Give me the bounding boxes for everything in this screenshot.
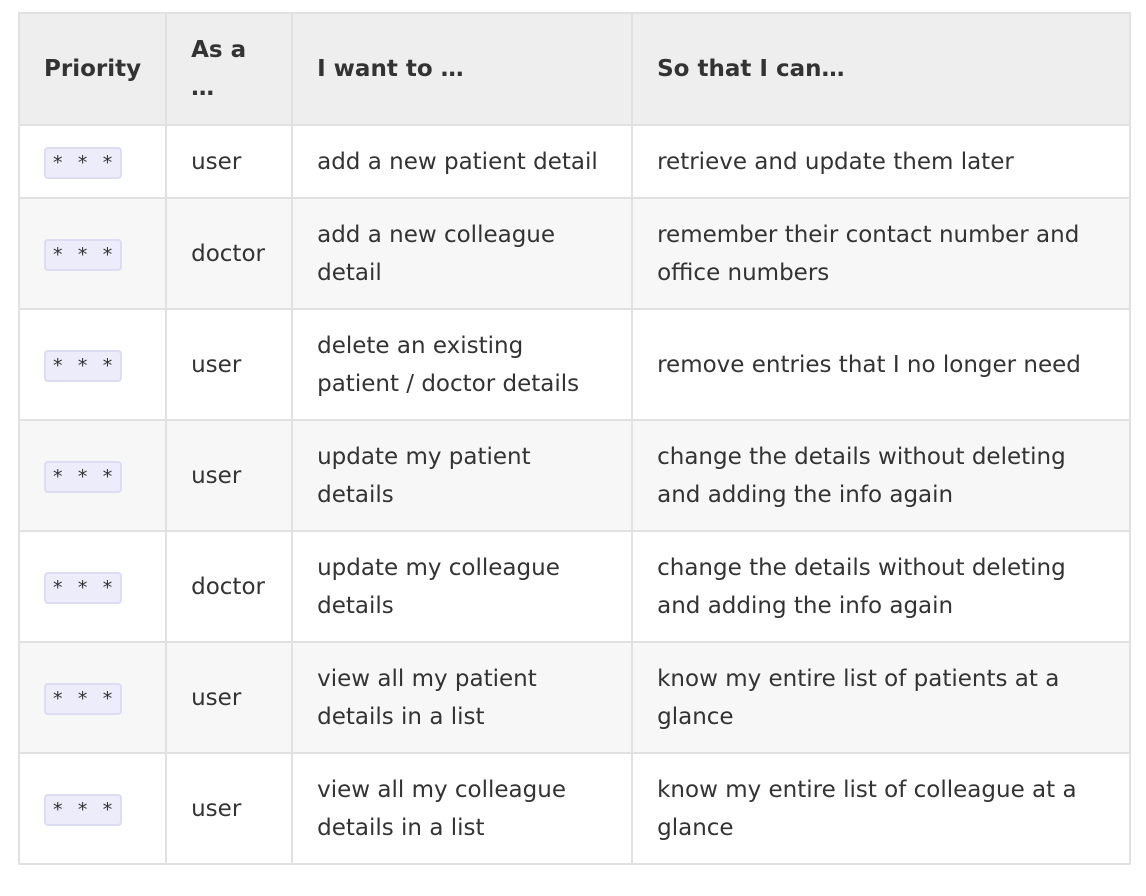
want-cell: view all my colleague details in a list [291,752,634,865]
header-role: As a … [165,12,294,126]
table-row: * * * user update my patient details cha… [17,419,1132,532]
header-want: I want to … [291,12,634,126]
role-cell: user [165,752,294,865]
role-cell: doctor [165,530,294,643]
header-row: Priority As a … I want to … So that I ca… [17,12,1132,126]
priority-badge: * * * [44,571,123,604]
table-header: Priority As a … I want to … So that I ca… [17,12,1132,126]
priority-cell: * * * [17,197,168,310]
priority-cell: * * * [17,419,168,532]
priority-cell: * * * [17,752,168,865]
priority-badge: * * * [44,793,123,826]
table-row: * * * user view all my patient details i… [17,641,1132,754]
so-that-cell: remove entries that I no longer need [631,308,1132,421]
want-cell: delete an existing patient / doctor deta… [291,308,634,421]
table-row: * * * doctor update my colleague details… [17,530,1132,643]
priority-badge: * * * [44,460,123,493]
table-row: * * * user delete an existing patient / … [17,308,1132,421]
want-cell: add a new colleague detail [291,197,634,310]
role-cell: user [165,641,294,754]
user-stories-table-wrapper: Priority As a … I want to … So that I ca… [17,12,1132,865]
so-that-cell: know my entire list of patients at a gla… [631,641,1132,754]
so-that-cell: change the details without deleting and … [631,419,1132,532]
user-stories-table: Priority As a … I want to … So that I ca… [17,12,1132,865]
priority-badge: * * * [44,146,123,179]
so-that-cell: change the details without deleting and … [631,530,1132,643]
priority-cell: * * * [17,641,168,754]
priority-badge: * * * [44,349,123,382]
priority-cell: * * * [17,530,168,643]
role-cell: user [165,308,294,421]
priority-cell: * * * [17,124,168,199]
table-row: * * * user add a new patient detail retr… [17,124,1132,199]
table-row: * * * doctor add a new colleague detail … [17,197,1132,310]
header-so-that: So that I can… [631,12,1132,126]
role-cell: user [165,124,294,199]
want-cell: add a new patient detail [291,124,634,199]
want-cell: view all my patient details in a list [291,641,634,754]
role-cell: doctor [165,197,294,310]
priority-badge: * * * [44,238,123,271]
want-cell: update my patient details [291,419,634,532]
want-cell: update my colleague details [291,530,634,643]
priority-badge: * * * [44,682,123,715]
priority-cell: * * * [17,308,168,421]
so-that-cell: remember their contact number and office… [631,197,1132,310]
so-that-cell: retrieve and update them later [631,124,1132,199]
so-that-cell: know my entire list of colleague at a gl… [631,752,1132,865]
table-row: * * * user view all my colleague details… [17,752,1132,865]
role-cell: user [165,419,294,532]
table-body: * * * user add a new patient detail retr… [17,124,1132,865]
header-priority: Priority [17,12,168,126]
